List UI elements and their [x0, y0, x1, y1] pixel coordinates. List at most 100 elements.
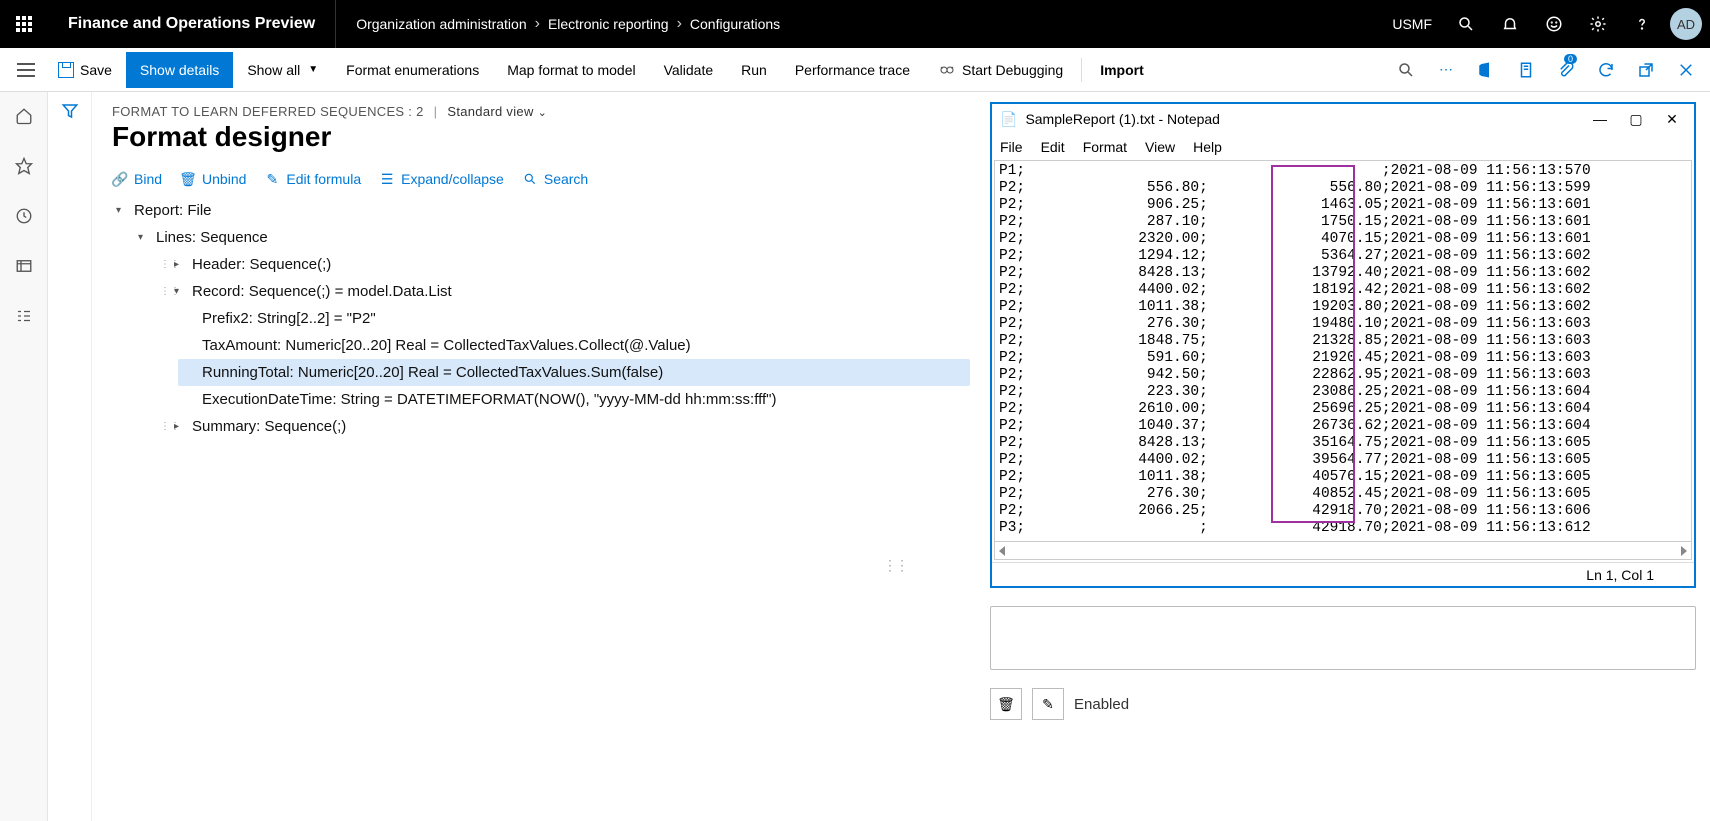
format-tree: ▾Report: File ▾Lines: Sequence ⋮⋮▸Header… [112, 197, 970, 440]
tree-node-running-total[interactable]: RunningTotal: Numeric[20..20] Real = Col… [178, 359, 970, 386]
breadcrumb-item[interactable]: Organization administration [356, 16, 526, 32]
breadcrumb-item[interactable]: Electronic reporting [548, 16, 669, 32]
expand-collapse-button[interactable]: ☰Expand/collapse [379, 171, 504, 187]
notepad-menu-file[interactable]: File [1000, 139, 1023, 155]
app-launcher-icon[interactable] [0, 0, 48, 48]
search-icon[interactable] [1446, 4, 1486, 44]
format-enumerations-button[interactable]: Format enumerations [332, 52, 493, 88]
grip-icon[interactable]: ⋮⋮ [160, 421, 168, 432]
tree-node-summary[interactable]: ⋮⋮▸Summary: Sequence(;) [156, 413, 970, 440]
caret-right-icon[interactable]: ▸ [174, 259, 186, 270]
edit-button[interactable]: ✎ [1032, 688, 1064, 720]
save-icon [58, 62, 74, 78]
office-icon[interactable] [1470, 54, 1502, 86]
close-icon[interactable]: ✕ [1658, 111, 1686, 128]
tree-node-tax-amount[interactable]: TaxAmount: Numeric[20..20] Real = Collec… [178, 332, 970, 359]
tree-node-report[interactable]: ▾Report: File [112, 197, 970, 224]
document-icon[interactable] [1510, 54, 1542, 86]
notepad-menu-edit[interactable]: Edit [1041, 139, 1065, 155]
run-button[interactable]: Run [727, 52, 781, 88]
workspace-icon[interactable] [8, 250, 40, 282]
performance-trace-button[interactable]: Performance trace [781, 52, 924, 88]
popout-icon[interactable] [1630, 54, 1662, 86]
right-panel: 📄 SampleReport (1).txt - Notepad — ▢ ✕ F… [990, 92, 1710, 821]
splitter-handle[interactable]: ⋮⋮ [883, 557, 907, 574]
page-title: Format designer [112, 121, 970, 153]
app-title: Finance and Operations Preview [48, 0, 336, 48]
link-icon: 🔗 [112, 171, 128, 187]
avatar[interactable]: AD [1670, 8, 1702, 40]
grip-icon[interactable]: ⋮⋮ [160, 286, 168, 297]
close-icon[interactable] [1670, 54, 1702, 86]
gear-icon[interactable] [1578, 4, 1618, 44]
top-header: Finance and Operations Preview Organizat… [0, 0, 1710, 48]
star-icon[interactable] [8, 150, 40, 182]
show-details-button[interactable]: Show details [126, 52, 233, 88]
left-rail [0, 92, 48, 821]
action-bar: Save Show details Show all▼ Format enume… [0, 48, 1710, 92]
minimize-icon[interactable]: — [1586, 111, 1614, 127]
search-button[interactable]: Search [522, 171, 588, 187]
list-icon: ☰ [379, 171, 395, 187]
bind-button[interactable]: 🔗Bind [112, 171, 162, 187]
tree-node-record[interactable]: ⋮⋮▾Record: Sequence(;) = model.Data.List [156, 278, 970, 305]
start-debugging-button[interactable]: Start Debugging [924, 52, 1077, 88]
enabled-row: 🗑 ✎ Enabled [990, 688, 1696, 720]
home-icon[interactable] [8, 100, 40, 132]
page-pretitle: FORMAT TO LEARN DEFERRED SEQUENCES : 2 [112, 104, 424, 119]
breadcrumb: Organization administration › Electronic… [336, 15, 780, 33]
chevron-right-icon: › [677, 15, 682, 33]
notepad-text[interactable]: P1; ;2021-08-09 11:56:13:570 P2; 556.80;… [995, 161, 1691, 541]
show-all-button[interactable]: Show all▼ [233, 52, 332, 88]
tree-node-lines[interactable]: ▾Lines: Sequence [134, 224, 970, 251]
menu-icon[interactable] [8, 52, 44, 88]
refresh-icon[interactable] [1590, 54, 1622, 86]
tree-node-header[interactable]: ⋮⋮▸Header: Sequence(;) [156, 251, 970, 278]
chevron-down-icon: ▼ [308, 64, 318, 75]
chevron-down-icon: ⌄ [538, 107, 548, 119]
breadcrumb-item[interactable]: Configurations [690, 16, 780, 32]
search-action-icon[interactable] [1390, 54, 1422, 86]
grip-icon[interactable]: ⋮⋮ [160, 259, 168, 270]
company-label[interactable]: USMF [1382, 16, 1442, 32]
modules-icon[interactable] [8, 300, 40, 332]
smile-icon[interactable] [1534, 4, 1574, 44]
enabled-label: Enabled [1074, 696, 1129, 713]
notepad-scrollbar[interactable] [995, 541, 1691, 559]
notepad-status: Ln 1, Col 1 [992, 562, 1694, 586]
save-button[interactable]: Save [44, 52, 126, 88]
help-icon[interactable] [1622, 4, 1662, 44]
toolbar: 🔗Bind 🗑Unbind ✎Edit formula ☰Expand/coll… [112, 165, 970, 197]
notepad-window: 📄 SampleReport (1).txt - Notepad — ▢ ✕ F… [990, 102, 1696, 588]
filter-icon[interactable] [61, 102, 79, 821]
view-selector[interactable]: Standard view ⌄ [447, 104, 547, 119]
notepad-file-icon: 📄 [1000, 111, 1017, 128]
tree-node-exec-datetime[interactable]: ExecutionDateTime: String = DATETIMEFORM… [178, 386, 970, 413]
tree-panel: FORMAT TO LEARN DEFERRED SEQUENCES : 2 |… [92, 92, 990, 821]
attach-icon[interactable]: 0 [1550, 54, 1582, 86]
maximize-icon[interactable]: ▢ [1622, 111, 1650, 128]
map-format-button[interactable]: Map format to model [493, 52, 649, 88]
caret-down-icon[interactable]: ▾ [138, 232, 150, 243]
notepad-title: SampleReport (1).txt - Notepad [1025, 111, 1578, 127]
tree-node-prefix2[interactable]: Prefix2: String[2..2] = "P2" [178, 305, 970, 332]
validate-button[interactable]: Validate [650, 52, 728, 88]
notepad-menu-view[interactable]: View [1145, 139, 1175, 155]
delete-button[interactable]: 🗑 [990, 688, 1022, 720]
bell-icon[interactable] [1490, 4, 1530, 44]
description-input[interactable] [990, 606, 1696, 670]
caret-down-icon[interactable]: ▾ [116, 205, 128, 216]
more-icon[interactable]: ⋯ [1430, 54, 1462, 86]
notepad-menu-format[interactable]: Format [1083, 139, 1127, 155]
caret-down-icon[interactable]: ▾ [174, 286, 186, 297]
import-button[interactable]: Import [1086, 52, 1158, 88]
chevron-right-icon: › [535, 15, 540, 33]
trash-icon: 🗑 [180, 171, 196, 187]
notepad-menu: File Edit Format View Help [992, 134, 1694, 160]
caret-right-icon[interactable]: ▸ [174, 421, 186, 432]
edit-formula-button[interactable]: ✎Edit formula [264, 171, 361, 187]
notepad-menu-help[interactable]: Help [1193, 139, 1222, 155]
clock-icon[interactable] [8, 200, 40, 232]
notepad-titlebar: 📄 SampleReport (1).txt - Notepad — ▢ ✕ [992, 104, 1694, 134]
unbind-button[interactable]: 🗑Unbind [180, 171, 246, 187]
